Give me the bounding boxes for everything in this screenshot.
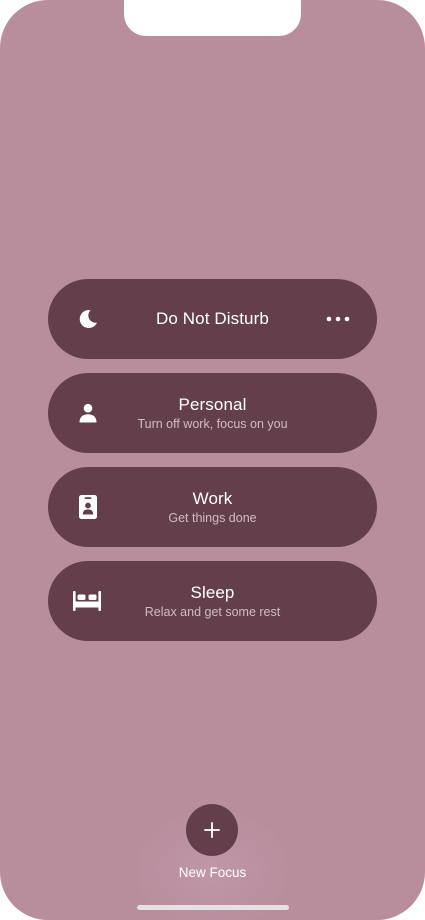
add-focus-button[interactable] [186, 804, 238, 856]
new-focus: New Focus [136, 790, 289, 920]
focus-title: Work [192, 488, 233, 508]
ellipsis-icon [326, 316, 350, 322]
focus-do-not-disturb[interactable]: Do Not Disturb [48, 279, 377, 359]
focus-title: Sleep [190, 582, 235, 602]
focus-sleep[interactable]: Sleep Relax and get some rest [48, 561, 377, 641]
plus-icon [204, 822, 220, 838]
person-icon [75, 400, 101, 426]
device-notch [124, 0, 301, 36]
more-options-button[interactable] [325, 308, 351, 330]
focus-title: Do Not Disturb [156, 309, 269, 328]
bed-icon [71, 588, 103, 614]
focus-personal[interactable]: Personal Turn off work, focus on you [48, 373, 377, 453]
focus-text: Sleep Relax and get some rest [108, 561, 317, 641]
focus-text: Work Get things done [108, 467, 317, 547]
focus-subtitle: Get things done [168, 510, 257, 525]
focus-title: Personal [178, 394, 247, 414]
focus-text: Personal Turn off work, focus on you [108, 373, 317, 453]
moon-icon [75, 306, 101, 332]
focus-subtitle: Turn off work, focus on you [137, 416, 288, 431]
focus-work[interactable]: Work Get things done [48, 467, 377, 547]
focus-subtitle: Relax and get some rest [144, 604, 281, 619]
focus-mode-list: Do Not Disturb Personal Turn off work, f… [48, 279, 377, 655]
focus-text: Do Not Disturb [108, 279, 317, 359]
home-indicator[interactable] [137, 905, 289, 910]
new-focus-label[interactable]: New Focus [136, 865, 289, 880]
focus-screen: Do Not Disturb Personal Turn off work, f… [0, 0, 425, 920]
id-badge-icon [75, 494, 101, 520]
